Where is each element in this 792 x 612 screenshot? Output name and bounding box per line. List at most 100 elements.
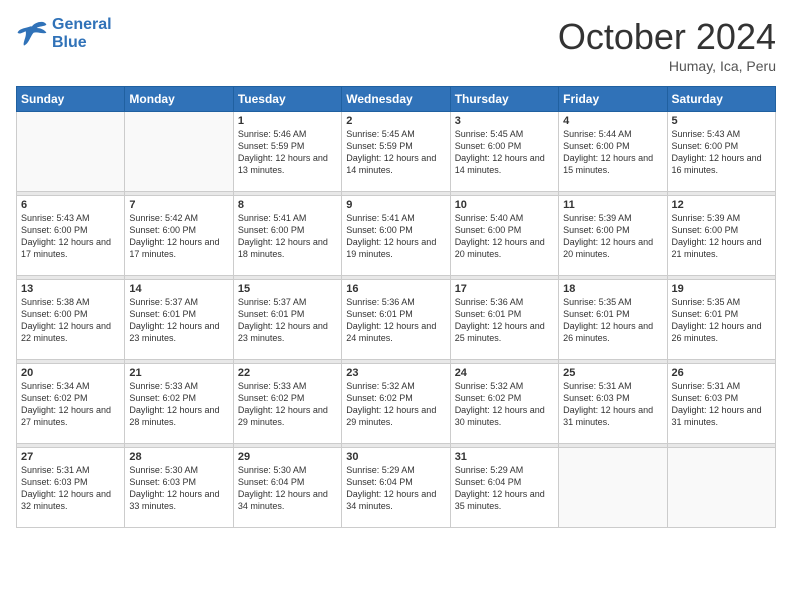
day-cell: 12Sunrise: 5:39 AM Sunset: 6:00 PM Dayli… bbox=[667, 196, 775, 276]
day-info: Sunrise: 5:33 AM Sunset: 6:02 PM Dayligh… bbox=[238, 380, 337, 429]
weekday-header-saturday: Saturday bbox=[667, 87, 775, 112]
day-cell: 1Sunrise: 5:46 AM Sunset: 5:59 PM Daylig… bbox=[233, 112, 341, 192]
week-row-4: 20Sunrise: 5:34 AM Sunset: 6:02 PM Dayli… bbox=[17, 364, 776, 444]
day-cell bbox=[667, 448, 775, 528]
day-number: 7 bbox=[129, 199, 228, 211]
day-info: Sunrise: 5:33 AM Sunset: 6:02 PM Dayligh… bbox=[129, 380, 228, 429]
day-cell: 15Sunrise: 5:37 AM Sunset: 6:01 PM Dayli… bbox=[233, 280, 341, 360]
day-number: 26 bbox=[672, 367, 771, 379]
weekday-header-wednesday: Wednesday bbox=[342, 87, 450, 112]
day-number: 25 bbox=[563, 367, 662, 379]
day-number: 22 bbox=[238, 367, 337, 379]
day-number: 8 bbox=[238, 199, 337, 211]
day-number: 3 bbox=[455, 115, 554, 127]
weekday-header-monday: Monday bbox=[125, 87, 233, 112]
day-cell: 29Sunrise: 5:30 AM Sunset: 6:04 PM Dayli… bbox=[233, 448, 341, 528]
day-number: 1 bbox=[238, 115, 337, 127]
logo: General Blue bbox=[16, 16, 112, 51]
day-info: Sunrise: 5:43 AM Sunset: 6:00 PM Dayligh… bbox=[21, 212, 120, 261]
day-info: Sunrise: 5:29 AM Sunset: 6:04 PM Dayligh… bbox=[455, 464, 554, 513]
week-row-3: 13Sunrise: 5:38 AM Sunset: 6:00 PM Dayli… bbox=[17, 280, 776, 360]
day-number: 21 bbox=[129, 367, 228, 379]
title-block: October 2024 Humay, Ica, Peru bbox=[558, 16, 776, 74]
day-info: Sunrise: 5:36 AM Sunset: 6:01 PM Dayligh… bbox=[346, 296, 445, 345]
day-info: Sunrise: 5:30 AM Sunset: 6:03 PM Dayligh… bbox=[129, 464, 228, 513]
logo-bird-icon bbox=[16, 20, 48, 48]
day-info: Sunrise: 5:45 AM Sunset: 6:00 PM Dayligh… bbox=[455, 128, 554, 177]
day-number: 14 bbox=[129, 283, 228, 295]
day-cell: 26Sunrise: 5:31 AM Sunset: 6:03 PM Dayli… bbox=[667, 364, 775, 444]
day-number: 10 bbox=[455, 199, 554, 211]
week-row-2: 6Sunrise: 5:43 AM Sunset: 6:00 PM Daylig… bbox=[17, 196, 776, 276]
day-number: 11 bbox=[563, 199, 662, 211]
day-number: 4 bbox=[563, 115, 662, 127]
day-cell bbox=[17, 112, 125, 192]
day-cell: 5Sunrise: 5:43 AM Sunset: 6:00 PM Daylig… bbox=[667, 112, 775, 192]
weekday-header-sunday: Sunday bbox=[17, 87, 125, 112]
day-number: 29 bbox=[238, 451, 337, 463]
day-info: Sunrise: 5:39 AM Sunset: 6:00 PM Dayligh… bbox=[672, 212, 771, 261]
day-cell: 19Sunrise: 5:35 AM Sunset: 6:01 PM Dayli… bbox=[667, 280, 775, 360]
day-info: Sunrise: 5:30 AM Sunset: 6:04 PM Dayligh… bbox=[238, 464, 337, 513]
day-cell: 20Sunrise: 5:34 AM Sunset: 6:02 PM Dayli… bbox=[17, 364, 125, 444]
day-number: 23 bbox=[346, 367, 445, 379]
day-info: Sunrise: 5:32 AM Sunset: 6:02 PM Dayligh… bbox=[455, 380, 554, 429]
day-cell: 6Sunrise: 5:43 AM Sunset: 6:00 PM Daylig… bbox=[17, 196, 125, 276]
day-cell: 21Sunrise: 5:33 AM Sunset: 6:02 PM Dayli… bbox=[125, 364, 233, 444]
day-info: Sunrise: 5:31 AM Sunset: 6:03 PM Dayligh… bbox=[21, 464, 120, 513]
day-cell: 11Sunrise: 5:39 AM Sunset: 6:00 PM Dayli… bbox=[559, 196, 667, 276]
day-info: Sunrise: 5:40 AM Sunset: 6:00 PM Dayligh… bbox=[455, 212, 554, 261]
day-cell: 17Sunrise: 5:36 AM Sunset: 6:01 PM Dayli… bbox=[450, 280, 558, 360]
day-number: 6 bbox=[21, 199, 120, 211]
day-info: Sunrise: 5:39 AM Sunset: 6:00 PM Dayligh… bbox=[563, 212, 662, 261]
day-info: Sunrise: 5:29 AM Sunset: 6:04 PM Dayligh… bbox=[346, 464, 445, 513]
day-cell: 16Sunrise: 5:36 AM Sunset: 6:01 PM Dayli… bbox=[342, 280, 450, 360]
day-number: 15 bbox=[238, 283, 337, 295]
day-info: Sunrise: 5:37 AM Sunset: 6:01 PM Dayligh… bbox=[129, 296, 228, 345]
day-info: Sunrise: 5:34 AM Sunset: 6:02 PM Dayligh… bbox=[21, 380, 120, 429]
day-info: Sunrise: 5:38 AM Sunset: 6:00 PM Dayligh… bbox=[21, 296, 120, 345]
calendar-table: SundayMondayTuesdayWednesdayThursdayFrid… bbox=[16, 86, 776, 528]
day-number: 5 bbox=[672, 115, 771, 127]
week-row-1: 1Sunrise: 5:46 AM Sunset: 5:59 PM Daylig… bbox=[17, 112, 776, 192]
day-number: 30 bbox=[346, 451, 445, 463]
day-info: Sunrise: 5:41 AM Sunset: 6:00 PM Dayligh… bbox=[238, 212, 337, 261]
day-number: 24 bbox=[455, 367, 554, 379]
day-cell: 14Sunrise: 5:37 AM Sunset: 6:01 PM Dayli… bbox=[125, 280, 233, 360]
day-info: Sunrise: 5:42 AM Sunset: 6:00 PM Dayligh… bbox=[129, 212, 228, 261]
day-cell: 27Sunrise: 5:31 AM Sunset: 6:03 PM Dayli… bbox=[17, 448, 125, 528]
day-cell: 28Sunrise: 5:30 AM Sunset: 6:03 PM Dayli… bbox=[125, 448, 233, 528]
day-info: Sunrise: 5:44 AM Sunset: 6:00 PM Dayligh… bbox=[563, 128, 662, 177]
day-number: 27 bbox=[21, 451, 120, 463]
day-cell: 18Sunrise: 5:35 AM Sunset: 6:01 PM Dayli… bbox=[559, 280, 667, 360]
day-number: 20 bbox=[21, 367, 120, 379]
day-info: Sunrise: 5:35 AM Sunset: 6:01 PM Dayligh… bbox=[672, 296, 771, 345]
logo-text: General Blue bbox=[52, 16, 112, 51]
day-cell bbox=[559, 448, 667, 528]
weekday-header-tuesday: Tuesday bbox=[233, 87, 341, 112]
day-cell bbox=[125, 112, 233, 192]
day-number: 2 bbox=[346, 115, 445, 127]
day-cell: 23Sunrise: 5:32 AM Sunset: 6:02 PM Dayli… bbox=[342, 364, 450, 444]
day-number: 16 bbox=[346, 283, 445, 295]
day-number: 31 bbox=[455, 451, 554, 463]
location: Humay, Ica, Peru bbox=[558, 58, 776, 74]
day-cell: 25Sunrise: 5:31 AM Sunset: 6:03 PM Dayli… bbox=[559, 364, 667, 444]
day-number: 12 bbox=[672, 199, 771, 211]
day-info: Sunrise: 5:36 AM Sunset: 6:01 PM Dayligh… bbox=[455, 296, 554, 345]
page-header: General Blue October 2024 Humay, Ica, Pe… bbox=[16, 16, 776, 74]
day-cell: 24Sunrise: 5:32 AM Sunset: 6:02 PM Dayli… bbox=[450, 364, 558, 444]
day-cell: 2Sunrise: 5:45 AM Sunset: 5:59 PM Daylig… bbox=[342, 112, 450, 192]
day-info: Sunrise: 5:37 AM Sunset: 6:01 PM Dayligh… bbox=[238, 296, 337, 345]
day-cell: 3Sunrise: 5:45 AM Sunset: 6:00 PM Daylig… bbox=[450, 112, 558, 192]
day-info: Sunrise: 5:31 AM Sunset: 6:03 PM Dayligh… bbox=[672, 380, 771, 429]
day-number: 9 bbox=[346, 199, 445, 211]
day-cell: 13Sunrise: 5:38 AM Sunset: 6:00 PM Dayli… bbox=[17, 280, 125, 360]
weekday-header-row: SundayMondayTuesdayWednesdayThursdayFrid… bbox=[17, 87, 776, 112]
day-number: 13 bbox=[21, 283, 120, 295]
day-number: 28 bbox=[129, 451, 228, 463]
day-cell: 22Sunrise: 5:33 AM Sunset: 6:02 PM Dayli… bbox=[233, 364, 341, 444]
day-number: 18 bbox=[563, 283, 662, 295]
day-cell: 31Sunrise: 5:29 AM Sunset: 6:04 PM Dayli… bbox=[450, 448, 558, 528]
day-info: Sunrise: 5:43 AM Sunset: 6:00 PM Dayligh… bbox=[672, 128, 771, 177]
